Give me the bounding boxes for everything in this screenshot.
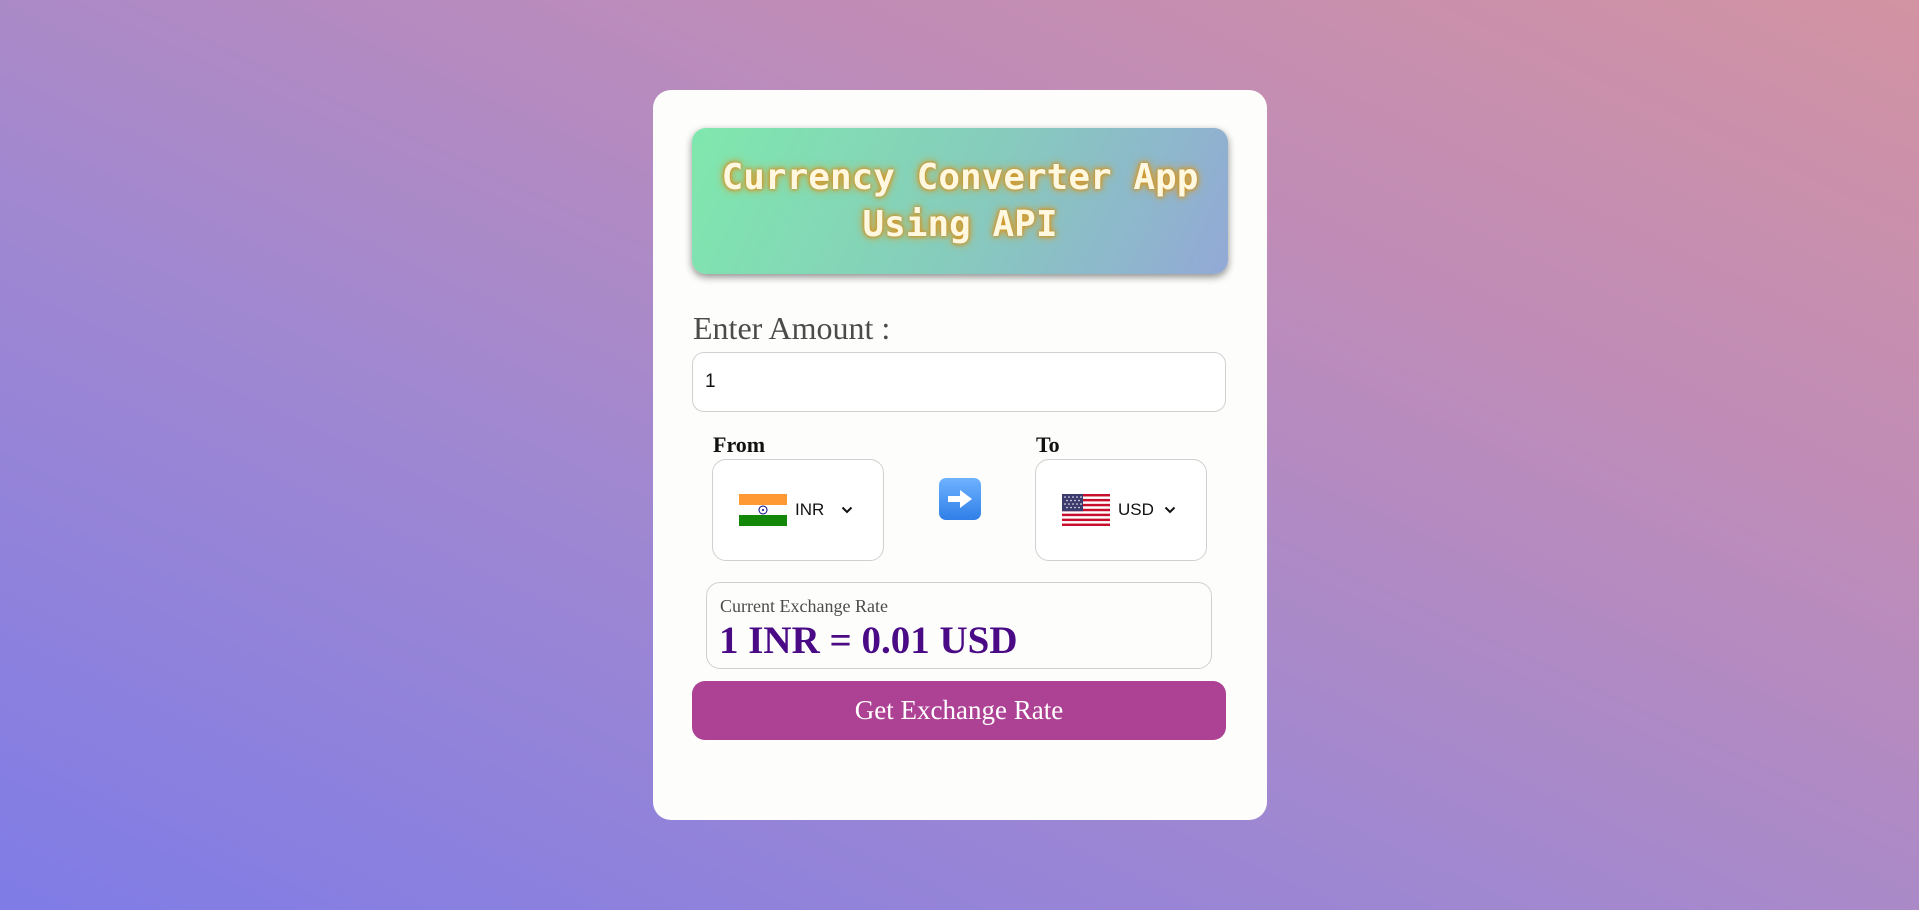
- to-currency-select[interactable]: USD: [1035, 459, 1207, 561]
- india-flag-icon: [739, 494, 787, 526]
- exchange-rate-panel: Current Exchange Rate 1 INR = 0.01 USD: [706, 582, 1212, 669]
- chevron-down-icon: [841, 506, 853, 514]
- from-currency-select[interactable]: INR: [712, 459, 884, 561]
- get-exchange-rate-button[interactable]: Get Exchange Rate: [692, 681, 1226, 740]
- from-currency-code: INR: [795, 500, 825, 519]
- to-label: To: [1036, 432, 1060, 457]
- us-flag-icon: [1062, 494, 1110, 526]
- exchange-rate-result: 1 INR = 0.01 USD: [719, 619, 1018, 662]
- page-title: Currency Converter App Using API: [721, 157, 1199, 245]
- header-banner: Currency Converter App Using API: [692, 128, 1228, 274]
- amount-label: Enter Amount :: [693, 310, 891, 346]
- amount-input[interactable]: [692, 352, 1226, 412]
- swap-arrow-button[interactable]: [939, 478, 981, 520]
- from-label: From: [713, 432, 766, 457]
- right-arrow-icon: [948, 490, 972, 508]
- chevron-down-icon: [1164, 506, 1176, 514]
- exchange-rate-label: Current Exchange Rate: [720, 596, 888, 616]
- to-currency-code: USD: [1118, 500, 1154, 519]
- converter-card: Currency Converter App Using API Enter A…: [653, 90, 1267, 820]
